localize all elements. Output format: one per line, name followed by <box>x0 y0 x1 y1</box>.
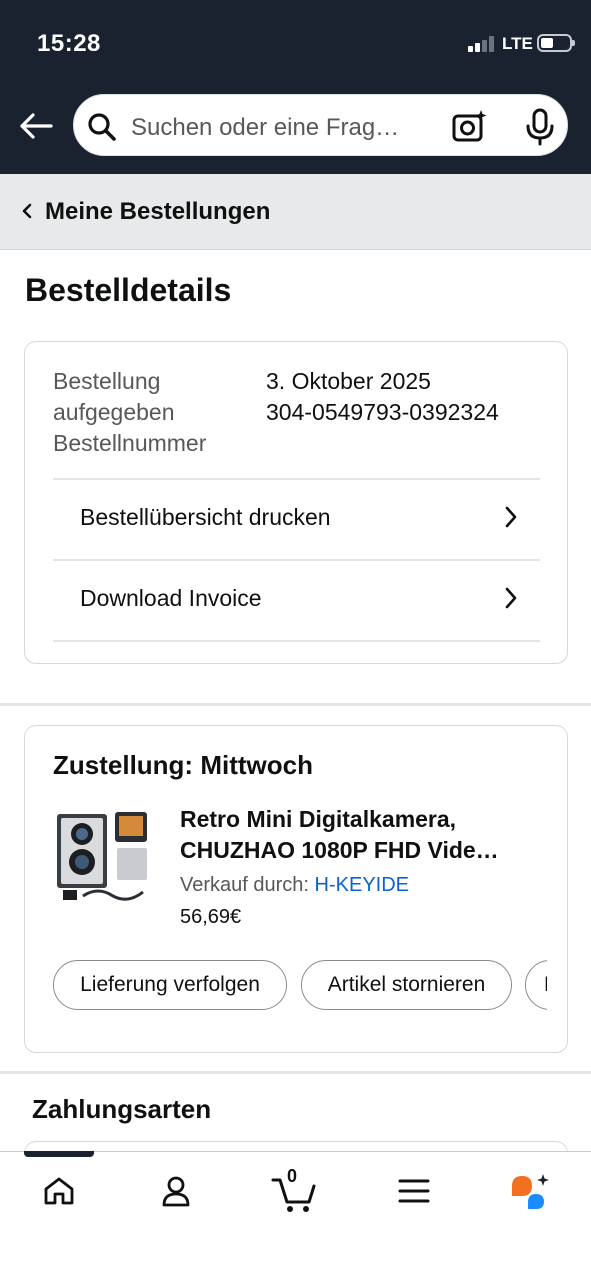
order-info-card: Bestellung aufgegeben Bestellnummer 3. O… <box>24 341 568 664</box>
action-buttons: Lieferung verfolgen Artikel stornieren P <box>53 960 547 1012</box>
tab-cart[interactable]: 0 <box>266 1166 322 1216</box>
product-title-line-1: Retro Mini Digitalkamera, <box>180 806 457 832</box>
order-labels: Bestellung aufgegeben Bestellnummer <box>53 366 206 459</box>
chevron-right-icon <box>505 587 517 609</box>
active-tab-indicator <box>24 1151 94 1157</box>
order-placed-label-1: Bestellung <box>53 368 161 394</box>
camera-search-icon[interactable] <box>451 108 489 146</box>
product-title[interactable]: Retro Mini Digitalkamera, CHUZHAO 1080P … <box>180 804 545 866</box>
page-title: Bestelldetails <box>25 272 232 308</box>
breadcrumb-label[interactable]: Meine Bestellungen <box>45 198 270 226</box>
delivery-title: Zustellung: Mittwoch <box>53 750 313 780</box>
section-divider <box>0 1071 591 1074</box>
microphone-icon[interactable] <box>523 108 557 146</box>
more-action-button[interactable]: P <box>525 960 547 1010</box>
order-placed-label-2: aufgegeben <box>53 399 175 425</box>
signal-icon <box>468 36 496 52</box>
battery-icon <box>537 34 575 52</box>
chevron-right-icon <box>505 506 517 528</box>
search-icon <box>88 113 116 141</box>
back-arrow-icon <box>20 113 53 139</box>
payment-title: Zahlungsarten <box>32 1094 212 1124</box>
status-bar: 15:28 LTE <box>0 0 591 88</box>
menu-icon <box>398 1179 430 1203</box>
app-header: 15:28 LTE Suchen oder eine Frag… <box>0 0 591 174</box>
order-number: 304-0549793-0392324 <box>266 399 499 425</box>
order-values: 3. Oktober 2025 304-0549793-0392324 <box>266 366 499 428</box>
cart-count-badge: 0 <box>287 1166 298 1186</box>
track-delivery-button[interactable]: Lieferung verfolgen <box>53 960 287 1010</box>
status-time: 15:28 <box>37 30 101 57</box>
section-divider <box>0 703 591 706</box>
seller-link[interactable]: H-KEYIDE <box>315 874 409 896</box>
account-icon <box>162 1176 190 1207</box>
tab-home[interactable] <box>29 1166 89 1216</box>
download-invoice-label: Download Invoice <box>80 585 262 611</box>
breadcrumb[interactable]: Meine Bestellungen <box>0 174 591 250</box>
delivery-card: Zustellung: Mittwoch Retro Mini Digitalk… <box>24 725 568 1053</box>
tab-menu[interactable] <box>384 1166 444 1216</box>
back-button[interactable] <box>18 106 54 146</box>
assistant-icon <box>512 1174 549 1209</box>
download-invoice-link[interactable]: Download Invoice <box>53 561 540 641</box>
network-label: LTE <box>502 34 533 53</box>
tab-assistant[interactable] <box>500 1166 560 1216</box>
print-summary-label: Bestellübersicht drucken <box>80 504 331 530</box>
order-date: 3. Oktober 2025 <box>266 368 431 394</box>
seller-info: Verkauf durch: H-KEYIDE <box>180 874 409 897</box>
search-input[interactable]: Suchen oder eine Frag… <box>131 114 431 142</box>
search-bar[interactable]: Suchen oder eine Frag… <box>70 91 571 159</box>
cancel-item-button[interactable]: Artikel stornieren <box>301 960 512 1010</box>
product-image[interactable] <box>53 804 151 906</box>
product-title-line-2: CHUZHAO 1080P FHD Vide… <box>180 837 499 863</box>
seller-prefix: Verkauf durch: <box>180 874 309 896</box>
home-icon <box>44 1177 74 1205</box>
order-number-label: Bestellnummer <box>53 430 207 456</box>
print-summary-link[interactable]: Bestellübersicht drucken <box>53 480 540 560</box>
tab-account[interactable] <box>146 1166 206 1216</box>
product-price: 56,69€ <box>180 906 242 928</box>
divider <box>53 640 540 642</box>
chevron-left-icon <box>22 203 32 219</box>
